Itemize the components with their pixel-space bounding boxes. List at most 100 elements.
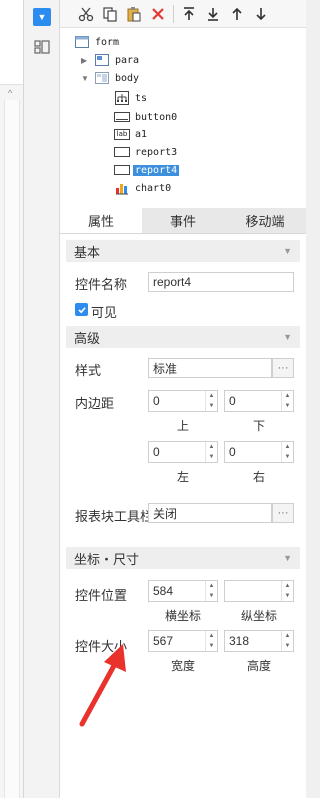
padding-bottom-stepper[interactable]: 0 ▲ ▼ — [224, 390, 294, 412]
width-stepper[interactable]: 567 ▲ ▼ — [148, 630, 218, 652]
left-caption: 左 — [176, 470, 189, 484]
section-coords[interactable]: 坐标・尺寸 ▼ — [66, 547, 300, 569]
dropdown-icon[interactable]: ▼ — [33, 8, 51, 26]
layout-icon[interactable] — [33, 38, 51, 56]
copy-icon[interactable] — [98, 2, 122, 26]
stepper-value: 0 — [229, 445, 236, 459]
tree-label: button0 — [135, 111, 178, 123]
height-caption: 高度 — [246, 659, 271, 673]
tab-mobile[interactable]: 移动端 — [224, 208, 306, 233]
stepper-arrows-icon[interactable]: ▲ ▼ — [281, 631, 293, 651]
chevron-right-icon[interactable]: ▶ — [81, 56, 87, 65]
tree-node-form[interactable]: form — [74, 34, 121, 50]
stepper-value: 318 — [229, 634, 250, 648]
tree-label-selected: report4 — [133, 164, 180, 176]
tree-node-a1[interactable]: lab a1 — [114, 126, 149, 142]
padding-left-stepper[interactable]: 0 ▲ ▼ — [148, 441, 218, 463]
label-icon: lab — [114, 128, 130, 140]
left-scrollbar[interactable] — [4, 100, 20, 798]
tree-label: body — [115, 72, 140, 84]
padding-right-stepper[interactable]: 0 ▲ ▼ — [224, 441, 294, 463]
stepper-arrows-icon[interactable]: ▲ ▼ — [205, 631, 217, 651]
position-x-stepper[interactable]: 584 ▲ ▼ — [148, 580, 218, 602]
tree-node-body[interactable]: body — [94, 70, 141, 86]
component-tree: form ▶ para ▼ body ts button0 lab a1 rep… — [60, 28, 306, 208]
toolbar-more-button[interactable]: ··· — [272, 503, 294, 523]
tab-properties[interactable]: 属性 — [60, 208, 142, 233]
stepper-value: 0 — [153, 394, 160, 408]
move-down-icon[interactable] — [249, 2, 273, 26]
section-advanced[interactable]: 高级 ▼ — [66, 326, 300, 348]
left-panel: ^ — [0, 0, 24, 798]
icon-strip: ▼ — [24, 0, 60, 798]
delete-icon[interactable] — [146, 2, 170, 26]
section-basic[interactable]: 基本 ▼ — [66, 240, 300, 262]
section-title: 基本 — [74, 244, 101, 260]
chevron-down-icon[interactable]: ▼ — [81, 74, 89, 83]
report-icon — [114, 145, 130, 159]
bottom-caption: 下 — [252, 419, 265, 433]
stepper-arrows-icon[interactable]: ▲ ▼ — [281, 442, 293, 462]
tree-node-ts[interactable]: ts — [114, 90, 149, 106]
section-title: 高级 — [74, 330, 101, 346]
body-icon — [94, 71, 110, 85]
move-top-icon[interactable] — [177, 2, 201, 26]
style-label: 样式 — [75, 363, 102, 378]
right-caption: 右 — [252, 470, 265, 484]
x-caption: 横坐标 — [164, 609, 201, 623]
stepper-value: 567 — [153, 634, 174, 648]
stepper-arrows-icon[interactable]: ▲ ▼ — [281, 391, 293, 411]
y-caption: 纵坐标 — [240, 609, 277, 623]
property-tabs: 属性 事件 移动端 — [60, 208, 306, 234]
stepper-arrows-icon[interactable]: ▲ ▼ — [281, 581, 293, 601]
top-caption: 上 — [176, 419, 189, 433]
stepper-arrows-icon[interactable]: ▲ ▼ — [205, 442, 217, 462]
chevron-down-icon[interactable]: ▼ — [283, 332, 292, 342]
tree-label: report3 — [135, 146, 178, 158]
name-label: 控件名称 — [75, 277, 128, 292]
chevron-down-icon[interactable]: ▼ — [283, 246, 292, 256]
tab-events[interactable]: 事件 — [142, 208, 224, 233]
left-panel-header — [0, 0, 23, 85]
tree-label: a1 — [135, 128, 148, 140]
tree-node-chart0[interactable]: chart0 — [114, 180, 173, 196]
annotation-arrow-icon — [79, 644, 126, 727]
report-icon — [114, 163, 130, 177]
visible-checkbox[interactable] — [75, 303, 88, 316]
tree-node-report4[interactable]: report4 — [114, 162, 180, 178]
stepper-value: 0 — [153, 445, 160, 459]
tree-label: ts — [135, 92, 148, 104]
paste-icon[interactable] — [122, 2, 146, 26]
visible-label: 可见 — [91, 305, 118, 320]
tree-node-button0[interactable]: button0 — [114, 109, 179, 125]
padding-label: 内边距 — [75, 396, 115, 411]
stepper-value: 584 — [153, 584, 174, 598]
height-stepper[interactable]: 318 ▲ ▼ — [224, 630, 294, 652]
para-icon — [94, 53, 110, 67]
padding-top-stepper[interactable]: 0 ▲ ▼ — [148, 390, 218, 412]
toolbar-input[interactable]: 关闭 — [148, 503, 272, 523]
toolbar-label: 报表块工具栏 — [75, 509, 154, 524]
move-up-icon[interactable] — [225, 2, 249, 26]
button-icon — [114, 110, 130, 124]
position-y-stepper[interactable]: ▲ ▼ — [224, 580, 294, 602]
tree-label: chart0 — [135, 182, 172, 194]
tree-label: form — [95, 36, 120, 48]
tree-label: para — [115, 54, 140, 66]
style-input[interactable]: 标准 — [148, 358, 272, 378]
cut-icon[interactable] — [74, 2, 98, 26]
style-more-button[interactable]: ··· — [272, 358, 294, 378]
caret-up-icon[interactable]: ^ — [8, 88, 12, 98]
stepper-arrows-icon[interactable]: ▲ ▼ — [205, 581, 217, 601]
tree-widget-icon — [114, 91, 130, 105]
chevron-down-icon[interactable]: ▼ — [283, 553, 292, 563]
tree-node-report3[interactable]: report3 — [114, 144, 179, 160]
toolbar — [60, 0, 306, 28]
name-input[interactable]: report4 — [148, 272, 294, 292]
width-caption: 宽度 — [170, 659, 195, 673]
stepper-arrows-icon[interactable]: ▲ ▼ — [205, 391, 217, 411]
position-label: 控件位置 — [75, 588, 128, 603]
form-icon — [74, 35, 90, 49]
tree-node-para[interactable]: para — [94, 52, 141, 68]
move-bottom-icon[interactable] — [201, 2, 225, 26]
